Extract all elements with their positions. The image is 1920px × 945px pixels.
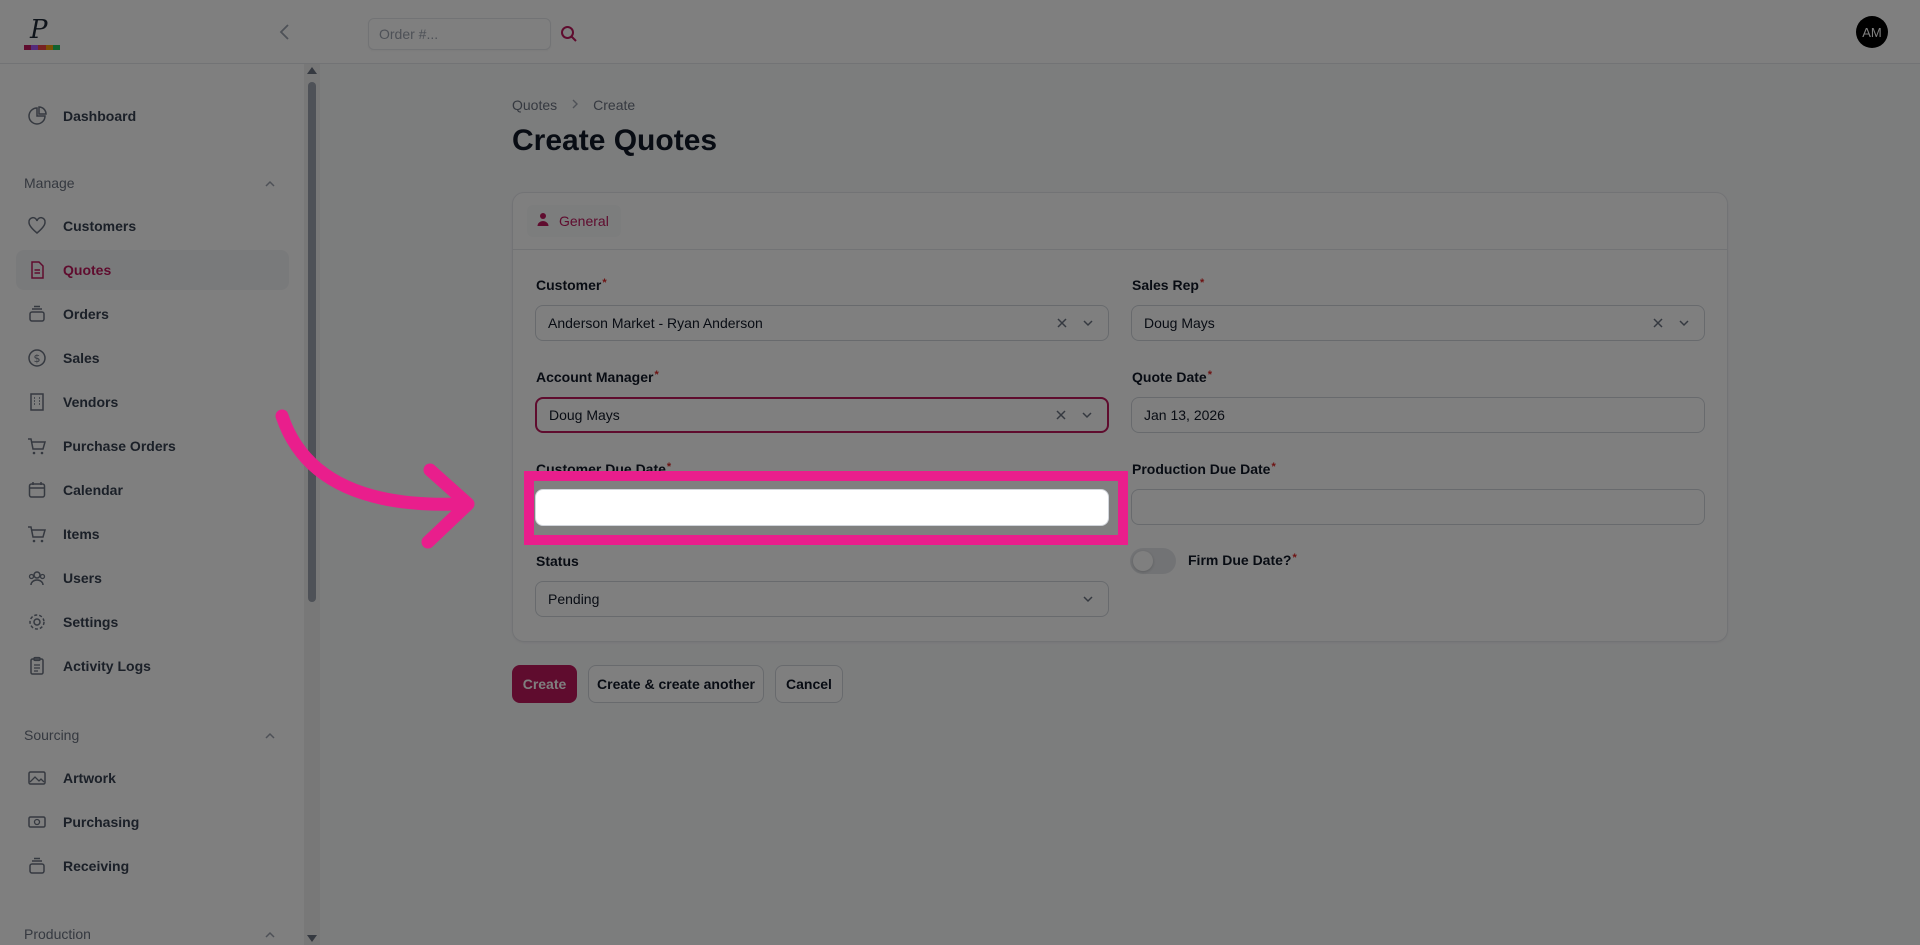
production-due-date-label: Production Due Date* [1132, 461, 1276, 477]
status-select[interactable]: Pending [535, 581, 1109, 617]
collapse-sidebar-icon[interactable] [273, 20, 297, 44]
production-due-date-input[interactable] [1131, 489, 1705, 525]
chevron-down-icon[interactable] [1079, 407, 1095, 423]
sidebar-item-purchase-orders[interactable]: Purchase Orders [16, 426, 289, 466]
tab-general[interactable]: General [527, 205, 621, 237]
breadcrumb: Quotes Create [512, 97, 635, 113]
tab-bar: General [513, 193, 1727, 250]
sidebar-item-calendar[interactable]: Calendar [16, 470, 289, 510]
account-manager-select[interactable]: Doug Mays [535, 397, 1109, 433]
sidebar-item-vendors[interactable]: Vendors [16, 382, 289, 422]
sidebar-item-customers[interactable]: Customers [16, 206, 289, 246]
scroll-down-arrow[interactable] [307, 935, 317, 942]
sidebar-item-items[interactable]: Items [16, 514, 289, 554]
sales-rep-label: Sales Rep* [1132, 277, 1205, 293]
cancel-button[interactable]: Cancel [775, 665, 843, 703]
customer-due-date-input[interactable] [535, 489, 1109, 526]
nav-group-sourcing: Sourcing [24, 727, 80, 743]
create-and-create-another-button[interactable]: Create & create another [588, 665, 764, 703]
clear-icon[interactable] [1053, 407, 1069, 423]
document-icon [26, 259, 48, 281]
sidebar-item-quotes[interactable]: Quotes [16, 250, 289, 290]
sidebar-item-sales[interactable]: $ Sales [16, 338, 289, 378]
scroll-up-arrow[interactable] [307, 67, 317, 74]
account-manager-label: Account Manager* [536, 369, 659, 385]
chevron-up-icon[interactable] [262, 927, 278, 943]
create-button[interactable]: Create [512, 665, 577, 703]
dollar-icon: $ [26, 347, 48, 369]
cash-icon [26, 811, 48, 833]
chevron-down-icon[interactable] [1080, 591, 1096, 607]
sidebar-item-orders[interactable]: Orders [16, 294, 289, 334]
cart-icon [26, 523, 48, 545]
chevron-up-icon[interactable] [262, 728, 278, 744]
status-label: Status [536, 553, 579, 569]
order-search-box[interactable] [368, 18, 551, 50]
breadcrumb-current: Create [593, 97, 636, 113]
page-title: Create Quotes [512, 124, 718, 157]
sidebar-item-artwork[interactable]: Artwork [16, 758, 289, 798]
sidebar-item-activity-logs[interactable]: Activity Logs [16, 646, 289, 686]
firm-due-date-label: Firm Due Date?* [1188, 552, 1297, 568]
image-icon [26, 767, 48, 789]
customer-label: Customer* [536, 277, 607, 293]
svg-text:$: $ [34, 352, 41, 365]
sales-rep-select[interactable]: Doug Mays [1131, 305, 1705, 341]
users-icon [26, 567, 48, 589]
cart-icon [26, 435, 48, 457]
chevron-down-icon[interactable] [1080, 315, 1096, 331]
sidebar-item-settings[interactable]: Settings [16, 602, 289, 642]
stack-icon [26, 855, 48, 877]
nav-group-production: Production [24, 926, 91, 942]
stack-icon [26, 303, 48, 325]
chevron-right-icon [569, 97, 581, 113]
clear-icon[interactable] [1054, 315, 1070, 331]
gear-icon [26, 611, 48, 633]
quote-date-label: Quote Date* [1132, 369, 1212, 385]
toggle-knob [1133, 551, 1153, 571]
search-icon[interactable] [559, 24, 579, 44]
user-icon [535, 211, 551, 232]
chevron-up-icon[interactable] [262, 176, 278, 192]
firm-due-date-toggle[interactable] [1130, 548, 1176, 574]
clear-icon[interactable] [1650, 315, 1666, 331]
customer-select[interactable]: Anderson Market - Ryan Anderson [535, 305, 1109, 341]
heart-icon [26, 215, 48, 237]
sidebar-item-dashboard[interactable]: Dashboard [16, 96, 289, 136]
pie-chart-icon [26, 105, 48, 127]
sidebar: Dashboard Manage Customers Quotes Orders… [0, 64, 304, 945]
sidebar-item-receiving[interactable]: Receiving [16, 846, 289, 886]
sidebar-item-users[interactable]: Users [16, 558, 289, 598]
scroll-thumb[interactable] [308, 82, 316, 602]
chevron-down-icon[interactable] [1676, 315, 1692, 331]
sidebar-scrollbar[interactable] [304, 64, 320, 945]
app-logo[interactable]: P [22, 16, 62, 52]
building-icon [26, 391, 48, 413]
quote-date-input[interactable]: Jan 13, 2026 [1131, 397, 1705, 433]
top-bar: P AM [0, 0, 1920, 64]
calendar-icon [26, 479, 48, 501]
nav-group-manage: Manage [24, 175, 75, 191]
sidebar-item-purchasing[interactable]: Purchasing [16, 802, 289, 842]
user-avatar[interactable]: AM [1856, 16, 1888, 48]
order-search-input[interactable] [369, 19, 550, 49]
clipboard-icon [26, 655, 48, 677]
breadcrumb-quotes-link[interactable]: Quotes [512, 97, 557, 113]
